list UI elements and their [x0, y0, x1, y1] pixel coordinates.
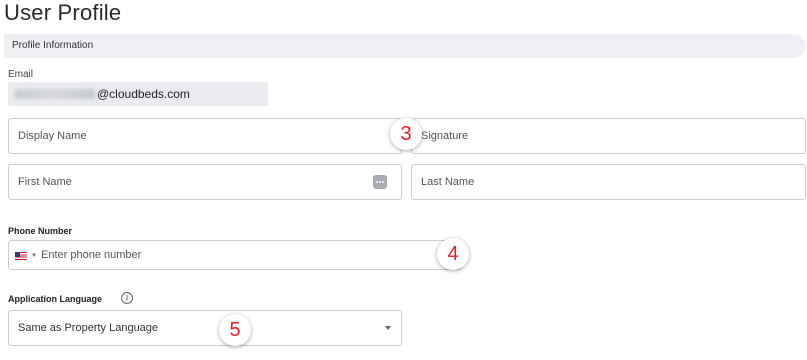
- first-name-input[interactable]: First Name: [8, 164, 402, 200]
- chevron-down-icon: [385, 326, 391, 330]
- section-header: Profile Information: [4, 34, 806, 58]
- step-badge-5: 5: [219, 314, 251, 346]
- email-field: @cloudbeds.com: [8, 82, 268, 106]
- email-domain: @cloudbeds.com: [97, 87, 190, 101]
- step-badge-4: 4: [437, 238, 469, 270]
- last-name-placeholder: Last Name: [421, 176, 475, 188]
- signature-placeholder: Signature: [421, 130, 469, 142]
- signature-input[interactable]: Signature: [411, 118, 806, 154]
- last-name-input[interactable]: Last Name: [411, 164, 806, 200]
- phone-label: Phone Number: [8, 226, 73, 236]
- language-select[interactable]: Same as Property Language: [8, 310, 402, 346]
- phone-input[interactable]: ▼ Enter phone number: [8, 240, 462, 270]
- email-redacted: [14, 89, 96, 99]
- section-header-label: Profile Information: [12, 40, 94, 51]
- country-dropdown-icon[interactable]: ▼: [31, 253, 37, 259]
- page-title: User Profile: [4, 0, 122, 25]
- display-name-input[interactable]: Display Name: [8, 118, 402, 154]
- language-label: Application Language: [8, 294, 103, 304]
- autofill-icon[interactable]: [373, 175, 387, 189]
- display-name-placeholder: Display Name: [18, 130, 87, 142]
- language-value: Same as Property Language: [18, 322, 159, 334]
- phone-placeholder: Enter phone number: [41, 249, 142, 261]
- email-label: Email: [8, 69, 34, 80]
- step-badge-3: 3: [390, 118, 422, 150]
- info-icon[interactable]: i: [121, 292, 133, 304]
- us-flag-icon[interactable]: [15, 252, 27, 260]
- first-name-placeholder: First Name: [18, 176, 72, 188]
